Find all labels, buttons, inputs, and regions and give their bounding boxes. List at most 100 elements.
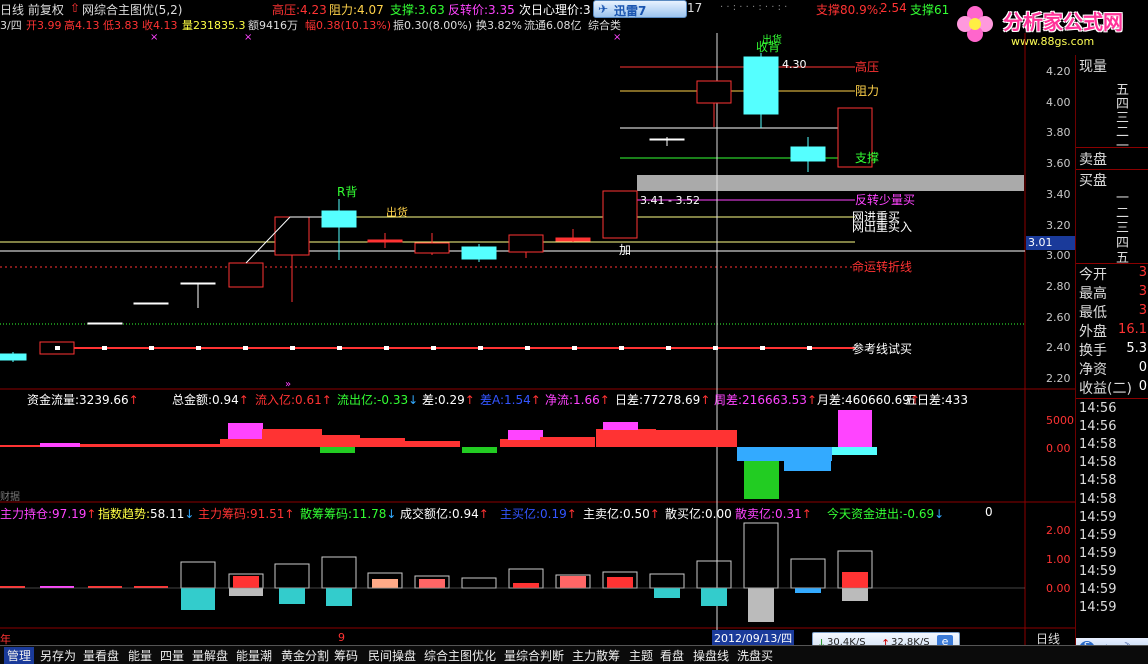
price-tick: 3.80 xyxy=(1046,126,1071,140)
top-item-value: 3.63 xyxy=(418,3,445,17)
money-axis-5000: 5000 xyxy=(1046,414,1074,427)
label-chuhuo2: 出货 xyxy=(762,33,782,46)
top-item-value: 3.35 xyxy=(488,3,515,17)
stat-volume: 量231835.3 xyxy=(182,19,246,32)
money-header-item: 周差:216663.53↑ xyxy=(714,391,817,408)
fund-header-label: 主卖亿: xyxy=(583,507,624,521)
stat-value: 3 xyxy=(1138,303,1147,318)
price-tick: 2.80 xyxy=(1046,279,1071,293)
indicator-name[interactable]: 网综合主图优(5,2) xyxy=(82,1,182,18)
stat-label: 最高 xyxy=(1079,286,1107,302)
toolbar-item[interactable]: 综合主图优化 xyxy=(424,647,496,664)
money-bar xyxy=(603,422,638,430)
stat-close: 收4.13 xyxy=(142,19,178,32)
money-header-label: 流出亿: xyxy=(337,393,378,407)
toolbar-item[interactable]: 主题 xyxy=(629,647,653,664)
badge-count: 17 xyxy=(687,1,703,15)
fund-bar xyxy=(649,573,685,589)
candlestick xyxy=(367,233,403,248)
cankao-dot xyxy=(290,346,295,350)
money-header-arrow: ↑ xyxy=(806,393,818,407)
price-tick: 4.20 xyxy=(1046,65,1071,78)
toolbar-item[interactable]: 操盘线 xyxy=(693,647,729,664)
cursor-date-tag: 2012/09/13/四 xyxy=(712,630,795,646)
fund-header-value: 0.19 xyxy=(540,507,567,521)
fund-header-value: 58.11 xyxy=(150,507,185,521)
toolbar-item[interactable]: 黄金分割 xyxy=(281,647,329,664)
xianliang-label: 现量 xyxy=(1079,59,1107,75)
money-header-arrow: ↑ xyxy=(321,393,332,407)
candle-body xyxy=(274,216,310,256)
toolbar-item[interactable]: 量看盘 xyxy=(83,647,119,664)
toolbar-item[interactable]: 民间操盘 xyxy=(368,647,416,664)
candlestick xyxy=(790,137,826,172)
candle-body xyxy=(649,138,685,141)
money-header-item: 流出亿:-0.33↓ xyxy=(337,391,418,408)
candlestick xyxy=(133,302,169,305)
fund-bar xyxy=(279,588,305,604)
candlestick xyxy=(414,233,450,255)
toolbar-item[interactable]: 量解盘 xyxy=(192,647,228,664)
candles-group xyxy=(0,53,873,362)
toolbar-item[interactable]: 量综合判断 xyxy=(504,647,564,664)
gray-resistance-band xyxy=(637,175,1024,191)
money-header-label: 差: xyxy=(422,393,439,407)
toolbar-item[interactable]: 洗盘买 xyxy=(737,647,773,664)
money-header-arrow: ↓ xyxy=(408,393,419,407)
stat-value: 0 xyxy=(1138,379,1147,394)
fund-bar xyxy=(607,577,633,588)
candle-body xyxy=(228,262,264,288)
download-badge[interactable]: ✈ 迅雷7 xyxy=(593,0,687,18)
cankao-dot xyxy=(666,346,671,350)
toolbar-item[interactable]: 筹码 xyxy=(334,647,358,664)
candle-body xyxy=(555,237,591,242)
toolbar-item[interactable]: 另存为 xyxy=(40,647,76,664)
tick-time: 14:58 xyxy=(1079,473,1117,489)
kline-chart-area[interactable]: 高压 阻力 支撑 反转少量买 网进重买 网出重买入 命运转折线 参考线试买 3.… xyxy=(0,33,1075,645)
toolbar-item[interactable]: 主力散筹 xyxy=(572,647,620,664)
fund-header-value: 97.19 xyxy=(52,507,87,521)
fund-header-label: 主买亿: xyxy=(500,507,541,521)
money-header-label: 差A: xyxy=(480,393,505,407)
fund-header-arrow: ↓ xyxy=(934,507,945,521)
top-info-bar: 日线 前复权 ⇧ 网综合主图优(5,2) 高压:4.23 阻力:4.07 支撑:… xyxy=(0,0,1075,18)
toolbar-item[interactable]: 看盘 xyxy=(660,647,684,664)
tick-time: 14:59 xyxy=(1079,582,1117,597)
bottom-axis-9: 9 xyxy=(338,631,345,644)
stat-date: 3/四 xyxy=(0,19,22,32)
toolbar-item[interactable]: 能量 xyxy=(128,647,152,664)
toolbar-item[interactable]: 四量 xyxy=(160,647,184,664)
cankao-dot xyxy=(102,346,107,350)
money-header-value: 0.61 xyxy=(295,393,322,407)
money-header-item: 净流:1.66↑ xyxy=(545,391,610,408)
cross-mark-2: × xyxy=(244,33,252,43)
money-header-value: 1.66 xyxy=(573,393,600,407)
fund-bar xyxy=(654,588,680,598)
toolbar-item[interactable]: 管理 xyxy=(4,647,35,664)
money-header-label: 五日差: xyxy=(905,393,946,407)
money-bar xyxy=(500,439,540,447)
stat-low: 低3.83 xyxy=(103,19,139,32)
cankao-dot xyxy=(807,346,812,350)
ask-level: 一 xyxy=(1116,139,1130,154)
candle-body xyxy=(414,242,450,254)
toolbar-item[interactable]: 能量潮 xyxy=(236,647,272,664)
money-header-value: 460660.69 xyxy=(845,393,910,407)
price-tick: 2.40 xyxy=(1046,341,1071,355)
money-header-arrow: ↑ xyxy=(238,393,249,407)
fund-header-item: 散买亿:0.00 xyxy=(665,505,732,522)
money-header-value: 0.29 xyxy=(438,393,465,407)
price-tick: 3.20 xyxy=(1046,218,1071,232)
money-bar xyxy=(320,435,360,447)
chart-period-title[interactable]: 日线 前复权 xyxy=(0,1,64,18)
fund-bar xyxy=(419,579,445,588)
money-header-arrow: ↑ xyxy=(599,393,610,407)
fund-header-value: 91.51 xyxy=(250,507,285,521)
stat-label: 外盘 xyxy=(1079,324,1107,340)
stat-amount: 额9416万 xyxy=(248,19,298,32)
cankao-dot xyxy=(713,346,718,350)
fund-bar xyxy=(795,588,821,593)
candle-body xyxy=(180,282,216,285)
maipan-label: 卖盘 xyxy=(1079,152,1107,168)
label-mingyun: 命运转折线 xyxy=(852,259,912,274)
